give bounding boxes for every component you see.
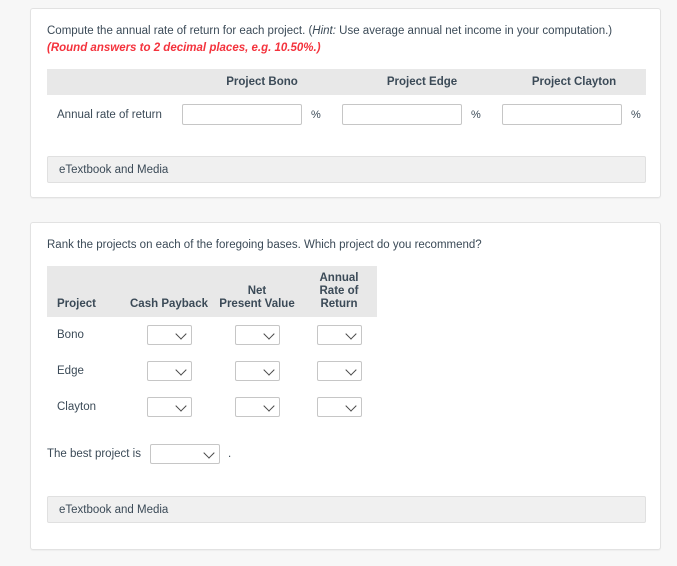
panel-rank-projects: Rank the projects on each of the foregoi… bbox=[30, 222, 661, 550]
percent-sign-bono: % bbox=[311, 108, 321, 121]
chevron-down-icon bbox=[174, 328, 187, 340]
rr-cell-edge: % bbox=[342, 95, 502, 131]
rank-cell-edge-cash-payback bbox=[125, 353, 213, 389]
rank-cell-clayton-cash-payback bbox=[125, 389, 213, 425]
cash-payback-bono-select[interactable] bbox=[146, 325, 192, 345]
panel-one-body: Compute the annual rate of return for ea… bbox=[31, 9, 660, 131]
rank-table-head: Project Cash Payback Net Present Value A… bbox=[47, 266, 377, 317]
rr-cell-edge-wrap: % bbox=[342, 104, 502, 125]
chevron-down-icon bbox=[344, 328, 357, 340]
rank-cell-edge-npv bbox=[213, 353, 301, 389]
best-project-period: . bbox=[227, 448, 232, 460]
rr-header-row: Project Bono Project Edge Project Clayto… bbox=[47, 69, 646, 95]
exercise-page: Compute the annual rate of return for ea… bbox=[0, 0, 677, 566]
best-project-line: The best project is . bbox=[47, 444, 231, 464]
rr-header-blank bbox=[47, 69, 182, 95]
rr-table-head: Project Bono Project Edge Project Clayto… bbox=[47, 69, 646, 95]
rank-row-project-clayton: Clayton bbox=[57, 401, 96, 413]
chevron-down-icon bbox=[344, 364, 357, 376]
rank-header-row: Project Cash Payback Net Present Value A… bbox=[47, 266, 377, 317]
chevron-down-icon bbox=[262, 400, 275, 412]
rank-header-cash-payback: Cash Payback bbox=[125, 266, 213, 317]
panel-one-prompt: Compute the annual rate of return for ea… bbox=[47, 23, 644, 57]
table-row: Bono bbox=[47, 317, 377, 353]
rank-row-project-edge: Edge bbox=[57, 365, 84, 377]
rr-header-project-clayton: Project Clayton bbox=[502, 69, 646, 95]
etextbook-label-one: eTextbook and Media bbox=[59, 163, 169, 176]
chevron-down-icon bbox=[174, 364, 187, 376]
chevron-down-icon bbox=[203, 447, 215, 459]
rank-header-arr-line1: Annual bbox=[319, 272, 359, 284]
rr-cell-clayton-wrap: % bbox=[502, 104, 646, 125]
table-row: Clayton bbox=[47, 389, 377, 425]
rank-cell-bono-cash-payback bbox=[125, 317, 213, 353]
etextbook-and-media-bar-one[interactable]: eTextbook and Media bbox=[47, 156, 646, 183]
panel-two-prompt: Rank the projects on each of the foregoi… bbox=[47, 239, 482, 251]
rr-header-project-edge: Project Edge bbox=[342, 69, 502, 95]
rank-cell-edge-arr bbox=[301, 353, 377, 389]
prompt-lead-text: Compute the annual rate of return for ea… bbox=[47, 25, 313, 37]
rank-header-project: Project bbox=[47, 266, 125, 317]
net-present-value-clayton-select[interactable] bbox=[234, 397, 280, 417]
chevron-down-icon bbox=[174, 400, 187, 412]
rank-table-body: Bono Edge Clayton bbox=[47, 317, 377, 425]
rank-cell-bono-arr bbox=[301, 317, 377, 353]
cash-payback-clayton-select[interactable] bbox=[146, 397, 192, 417]
rank-header-npv-line2: Present Value bbox=[219, 298, 295, 310]
panel-two-body: Rank the projects on each of the foregoi… bbox=[31, 223, 660, 425]
annual-rate-clayton-input[interactable] bbox=[502, 104, 622, 125]
rr-cell-clayton: % bbox=[502, 95, 646, 131]
prompt-round-note: (Round answers to 2 decimal places, e.g.… bbox=[47, 42, 321, 54]
chevron-down-icon bbox=[262, 364, 275, 376]
annual-rate-bono-input[interactable] bbox=[182, 104, 302, 125]
annual-rate-of-return-edge-select[interactable] bbox=[316, 361, 362, 381]
annual-rate-of-return-clayton-select[interactable] bbox=[316, 397, 362, 417]
rr-cell-bono: % bbox=[182, 95, 342, 131]
rank-cell-clayton-npv bbox=[213, 389, 301, 425]
percent-sign-edge: % bbox=[471, 108, 481, 121]
best-project-select[interactable] bbox=[149, 444, 220, 464]
project-ranking-table: Project Cash Payback Net Present Value A… bbox=[47, 266, 377, 425]
etextbook-and-media-bar-two[interactable]: eTextbook and Media bbox=[47, 496, 646, 523]
rank-header-annual-rate-of-return: Annual Rate of Return bbox=[301, 266, 377, 317]
table-row: Annual rate of return % % % bbox=[47, 95, 646, 131]
rank-row-project-bono: Bono bbox=[57, 329, 84, 341]
rank-cell-clayton-arr bbox=[301, 389, 377, 425]
table-row: Edge bbox=[47, 353, 377, 389]
cash-payback-edge-select[interactable] bbox=[146, 361, 192, 381]
rr-row-label: Annual rate of return bbox=[57, 108, 162, 121]
rank-header-npv-line1: Net bbox=[247, 285, 267, 297]
panel-annual-rate-of-return: Compute the annual rate of return for ea… bbox=[30, 8, 661, 198]
rank-cell-bono-npv bbox=[213, 317, 301, 353]
chevron-down-icon bbox=[262, 328, 275, 340]
best-project-label: The best project is bbox=[47, 448, 141, 460]
rank-header-project-line2: Project bbox=[57, 298, 96, 310]
prompt-hint-label: Hint: bbox=[312, 25, 336, 37]
rank-header-net-present-value: Net Present Value bbox=[213, 266, 301, 317]
annual-rate-edge-input[interactable] bbox=[342, 104, 462, 125]
rr-header-project-bono: Project Bono bbox=[182, 69, 342, 95]
rr-cell-bono-wrap: % bbox=[182, 104, 342, 125]
etextbook-label-two: eTextbook and Media bbox=[59, 503, 169, 516]
rr-table-body: Annual rate of return % % % bbox=[47, 95, 646, 131]
rank-header-arr-line2: Rate of Return bbox=[319, 285, 359, 310]
chevron-down-icon bbox=[344, 400, 357, 412]
net-present-value-bono-select[interactable] bbox=[234, 325, 280, 345]
annual-rate-of-return-table: Project Bono Project Edge Project Clayto… bbox=[47, 69, 646, 131]
prompt-hint-body: Use average annual net income in your co… bbox=[335, 25, 613, 37]
rank-header-cash-payback-line2: Cash Payback bbox=[130, 298, 208, 310]
net-present-value-edge-select[interactable] bbox=[234, 361, 280, 381]
percent-sign-clayton: % bbox=[631, 108, 641, 121]
annual-rate-of-return-bono-select[interactable] bbox=[316, 325, 362, 345]
